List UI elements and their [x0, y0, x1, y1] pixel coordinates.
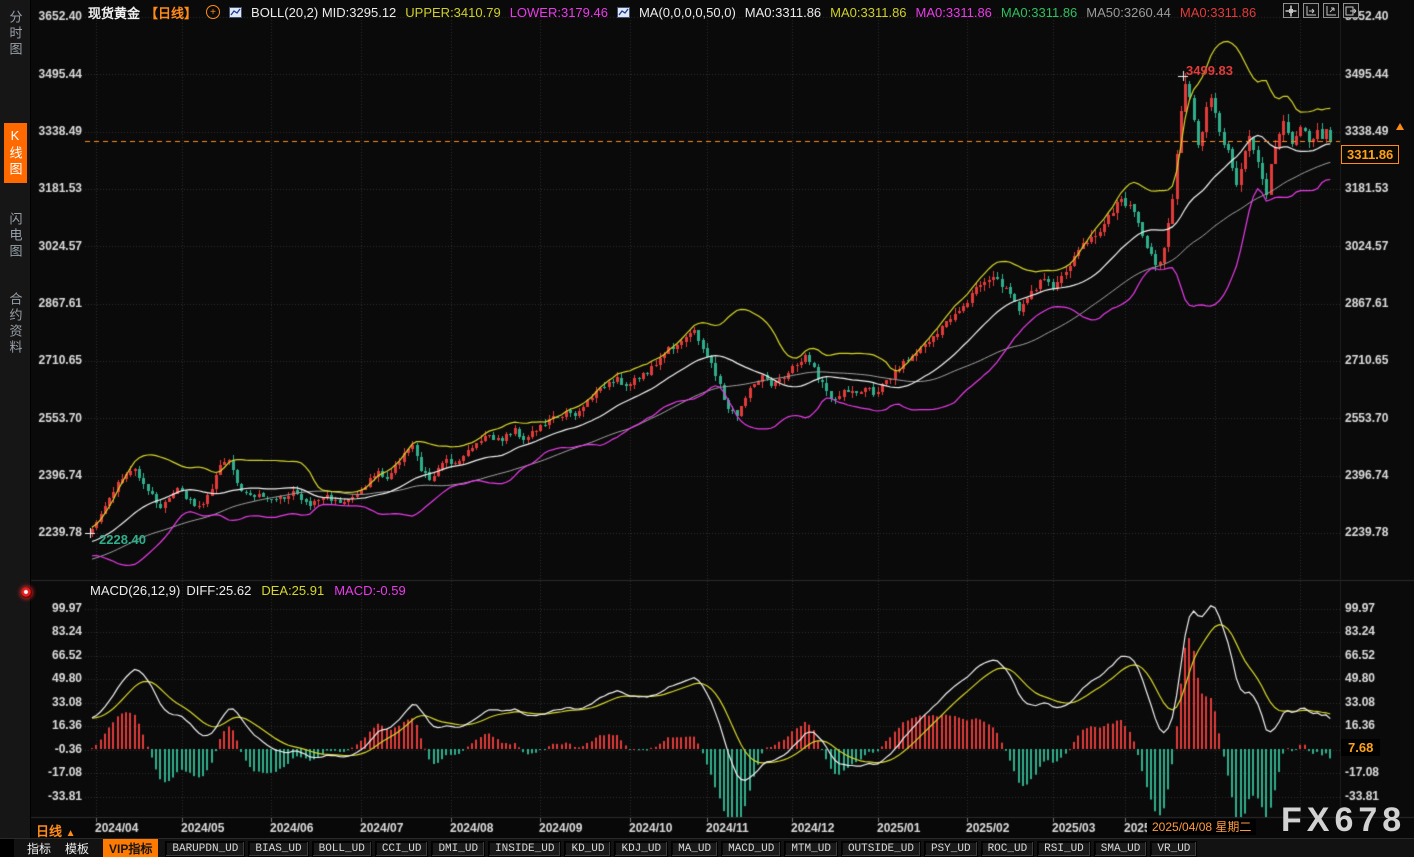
toolbar-indicator-dmi_ud[interactable]: DMI_UD: [431, 841, 485, 857]
legend-item-10: MA0:3311.86: [1180, 5, 1256, 20]
toolbar-indicator-barupdn_ud[interactable]: BARUPDN_UD: [165, 841, 245, 857]
macd-dea-value: DEA:25.91: [261, 583, 324, 598]
zoom-x-icon[interactable]: [1303, 3, 1319, 18]
legend-item-3: LOWER:3179.46: [510, 5, 608, 20]
chart-tool-buttons: [1283, 3, 1359, 18]
toolbar-indicator-bias_ud[interactable]: BIAS_UD: [248, 841, 308, 857]
bottom-toolbar: 指标模板 VIP指标 BARUPDN_UDBIAS_UDBOLL_UDCCI_UDD…: [0, 838, 1414, 857]
sidebar-tab-4[interactable]: 合约资料: [4, 287, 27, 361]
legend-item-2: UPPER:3410.79: [405, 5, 500, 20]
toolbar-indicator-psy_ud[interactable]: PSY_UD: [924, 841, 978, 857]
toolbar-corner: [0, 839, 14, 857]
chart-canvas[interactable]: [30, 0, 1414, 838]
toolbar-indicator-boll_ud[interactable]: BOLL_UD: [312, 841, 372, 857]
toolbar-indicator-ma_ud[interactable]: MA_UD: [671, 841, 718, 857]
toolbar-button-1[interactable]: 指标: [27, 840, 51, 857]
sidebar: 分时图 K线图闪电图合约资料: [0, 0, 31, 838]
brand-watermark: FX678: [1281, 801, 1406, 840]
toolbar-indicator-rsi_ud[interactable]: RSI_UD: [1037, 841, 1091, 857]
macd-macd-value: MACD:-0.59: [334, 583, 406, 598]
trading-app-window: 分时图 K线图闪电图合约资料 现货黄金【日线】 + BOLL(20,2) MID:3…: [0, 0, 1414, 857]
legend-item-1: BOLL(20,2) MID:3295.12: [251, 5, 396, 20]
period-selector-label[interactable]: 日线: [36, 824, 62, 839]
legend-item-5: MA0:3311.86: [745, 5, 821, 20]
add-indicator-icon[interactable]: +: [206, 5, 220, 19]
low-price-annotation: 2228.40: [99, 532, 146, 547]
crosshair-date-tooltip: 2025/04/08 星期二: [1147, 819, 1256, 835]
period-tag: 【日线】: [145, 3, 197, 22]
toolbar-indicator-macd_ud[interactable]: MACD_UD: [721, 841, 781, 857]
macd-diff-value: DIFF:25.62: [186, 583, 251, 598]
toolbar-indicator-sma_ud[interactable]: SMA_UD: [1094, 841, 1148, 857]
legend-item-4: MA(0,0,0,0,50,0): [639, 5, 736, 20]
indicator-legend: BOLL(20,2) MID:3295.12 UPPER:3410.79 LOWER…: [229, 5, 1256, 20]
toolbar-vip-button[interactable]: VIP指标: [103, 839, 158, 857]
last-price-arrow-icon: [1396, 123, 1404, 130]
toolbar-indicator-cci_ud[interactable]: CCI_UD: [375, 841, 429, 857]
toolbar-indicator-kd_ud[interactable]: KD_UD: [564, 841, 611, 857]
sidebar-tab-3[interactable]: 闪电图: [4, 207, 27, 265]
macd-value-badge: 7.68: [1341, 739, 1380, 756]
legend-item-9: MA50:3260.44: [1086, 5, 1171, 20]
macd-title: MACD(26,12,9): [90, 583, 180, 598]
toolbar-indicator-roc_ud[interactable]: ROC_UD: [981, 841, 1035, 857]
macd-legend: MACD(26,12,9) DIFF:25.62 DEA:25.91 MACD:…: [90, 583, 406, 598]
indicator-chart-icon[interactable]: [617, 7, 630, 18]
symbol-name: 现货黄金: [88, 3, 140, 22]
zoom-y-icon[interactable]: [1323, 3, 1339, 18]
toolbar-indicator-vr_ud[interactable]: VR_UD: [1150, 841, 1197, 857]
sidebar-tab-1[interactable]: 分时图: [4, 5, 27, 63]
toolbar-indicator-mtm_ud[interactable]: MTM_UD: [784, 841, 838, 857]
legend-item-8: MA0:3311.86: [1001, 5, 1077, 20]
high-price-annotation: 3499.83: [1186, 63, 1233, 78]
toolbar-indicator-kdj_ud[interactable]: KDJ_UD: [614, 841, 668, 857]
toolbar-indicator-inside_ud[interactable]: INSIDE_UD: [488, 841, 561, 857]
move-icon[interactable]: [1283, 3, 1299, 18]
toolbar-button-2[interactable]: 模板: [65, 840, 89, 857]
legend-item-6: MA0:3311.86: [830, 5, 906, 20]
legend-item-7: MA0:3311.86: [916, 5, 992, 20]
chart-header: 现货黄金【日线】 + BOLL(20,2) MID:3295.12 UPPER:34…: [88, 3, 1256, 21]
alert-dot-icon: [21, 587, 32, 598]
last-price-badge: 3311.86: [1341, 145, 1399, 164]
toolbar-indicator-outside_ud[interactable]: OUTSIDE_UD: [841, 841, 921, 857]
sidebar-tab-2[interactable]: K线图: [4, 123, 27, 183]
reset-zoom-icon[interactable]: [1343, 3, 1359, 18]
indicator-chart-icon[interactable]: [229, 7, 242, 18]
